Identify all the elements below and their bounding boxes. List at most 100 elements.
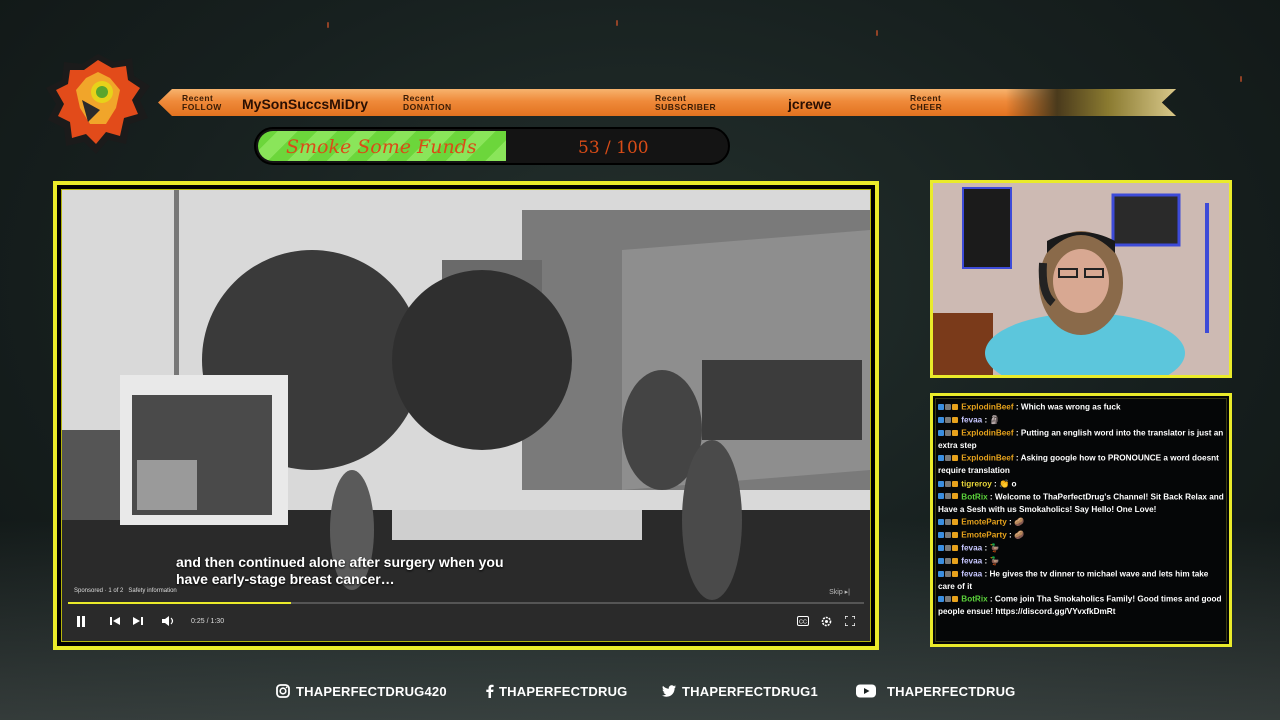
webcam-feed	[930, 180, 1232, 378]
badge-icon	[952, 570, 958, 577]
chat-badges	[938, 414, 959, 427]
chat-username[interactable]: ExplodinBeef	[959, 454, 1013, 463]
chat-message: EmoteParty : 🥔	[936, 529, 1226, 542]
badge-icon	[945, 403, 951, 410]
badge-icon	[938, 531, 944, 538]
chat-badges	[938, 401, 959, 414]
twitter-link[interactable]: THAPERFECTDRUG1	[662, 684, 818, 699]
badge-icon	[952, 544, 958, 551]
volume-icon[interactable]	[162, 616, 174, 629]
chat-badges	[938, 427, 959, 440]
ember-particle	[616, 20, 618, 26]
chat-message-list: ExplodinBeef : Which was wrong as fuck f…	[935, 398, 1227, 642]
badge-icon	[938, 544, 944, 551]
badge-icon	[938, 595, 944, 602]
badge-icon	[952, 416, 958, 423]
recent-events-ticker: Recent FOLLOW MySonSuccsMiDry Recent DONAT…	[158, 89, 1176, 116]
donation-goal-bar: Smoke Some Funds 53 / 100	[254, 127, 730, 165]
badge-icon	[945, 429, 951, 436]
facebook-icon	[486, 684, 494, 698]
badge-icon	[945, 544, 951, 551]
chat-text: : 🗿	[982, 415, 1000, 425]
badge-icon	[952, 595, 958, 602]
chat-username[interactable]: tigreroy	[959, 479, 992, 488]
fullscreen-icon[interactable]	[844, 615, 856, 629]
chat-username[interactable]: EmoteParty	[959, 517, 1007, 526]
next-icon[interactable]	[133, 616, 143, 629]
skip-ad-button[interactable]: Skip ▸|	[829, 588, 850, 596]
chat-username[interactable]: fevaa	[959, 543, 982, 552]
video-subtitle: and then continued alone after surgery w…	[176, 554, 504, 587]
chat-username[interactable]: fevaa	[959, 569, 982, 578]
badge-icon	[945, 455, 951, 462]
video-player-frame: and then continued alone after surgery w…	[53, 181, 879, 650]
video-player[interactable]: and then continued alone after surgery w…	[61, 189, 871, 642]
chat-badges	[938, 452, 959, 465]
ad-info: Sponsored · 1 of 2 Safety information	[74, 588, 177, 594]
badge-icon	[952, 493, 958, 500]
badge-icon	[945, 480, 951, 487]
chat-text: : 🥔	[1006, 530, 1025, 540]
pause-icon[interactable]	[76, 616, 86, 630]
badge-icon	[938, 429, 944, 436]
chat-username[interactable]: EmoteParty	[959, 530, 1007, 539]
video-progress-bar[interactable]	[68, 602, 864, 604]
previous-icon[interactable]	[110, 616, 120, 629]
badge-icon	[952, 403, 958, 410]
chat-message: fevaa : 🦆	[936, 542, 1226, 555]
recent-subscriber-label: Recent SUBSCRIBER	[655, 93, 717, 112]
recent-follow-label: Recent FOLLOW	[182, 93, 222, 112]
badge-icon	[952, 480, 958, 487]
badge-icon	[938, 493, 944, 500]
settings-icon[interactable]	[821, 616, 832, 630]
badge-icon	[945, 518, 951, 525]
badge-icon	[938, 570, 944, 577]
chat-message: tigreroy : 👏 o	[936, 478, 1226, 491]
chat-message: ExplodinBeef : Putting an english word i…	[936, 427, 1226, 452]
badge-icon	[952, 455, 958, 462]
chat-username[interactable]: ExplodinBeef	[959, 428, 1013, 437]
chat-message: BotRix : Welcome to ThaPerfectDrug's Cha…	[936, 491, 1226, 516]
chat-badges	[938, 542, 959, 555]
badge-icon	[938, 455, 944, 462]
chat-username[interactable]: BotRix	[959, 595, 987, 604]
chat-username[interactable]: ExplodinBeef	[959, 402, 1013, 411]
badge-icon	[938, 403, 944, 410]
chat-badges	[938, 529, 959, 542]
badge-icon	[938, 518, 944, 525]
chat-message: EmoteParty : 🥔	[936, 516, 1226, 529]
twitter-icon	[662, 685, 676, 697]
chat-message: BotRix : Come join Tha Smokaholics Famil…	[936, 593, 1226, 618]
recent-cheer-label: Recent CHEER	[910, 93, 943, 112]
recent-follow-name: MySonSuccsMiDry	[242, 96, 369, 112]
youtube-link[interactable]: THAPERFECTDRUG	[856, 684, 1015, 699]
chat-username[interactable]: fevaa	[959, 556, 982, 565]
badge-icon	[952, 429, 958, 436]
recent-donation-label: Recent DONATION	[403, 93, 452, 112]
chat-username[interactable]: fevaa	[959, 415, 982, 424]
badge-icon	[945, 570, 951, 577]
chat-username[interactable]: BotRix	[959, 492, 987, 501]
chat-badges	[938, 516, 959, 529]
instagram-link[interactable]: THAPERFECTDRUG420	[276, 684, 447, 699]
facebook-link[interactable]: THAPERFECTDRUG	[485, 684, 627, 699]
video-controls: 0:25 / 1:30 CC	[62, 610, 870, 638]
ember-particle	[327, 22, 329, 28]
chat-badges	[938, 593, 959, 606]
chat-text: : Which was wrong as fuck	[1013, 402, 1121, 412]
safety-information-link[interactable]: Safety information	[128, 588, 176, 594]
badge-icon	[945, 531, 951, 538]
captions-icon[interactable]: CC	[797, 616, 809, 629]
svg-text:CC: CC	[799, 620, 807, 626]
chat-panel: ExplodinBeef : Which was wrong as fuck f…	[930, 393, 1232, 647]
ember-particle	[1240, 76, 1242, 82]
chat-message: ExplodinBeef : Asking google how to PRON…	[936, 452, 1226, 477]
goal-count: 53 / 100	[578, 138, 649, 158]
social-links: THAPERFECTDRUG420 THAPERFECTDRUG THAPERF…	[0, 684, 1280, 704]
badge-icon	[952, 518, 958, 525]
chat-badges	[938, 478, 959, 491]
badge-icon	[945, 595, 951, 602]
ember-particle	[876, 30, 878, 36]
badge-icon	[938, 416, 944, 423]
chat-text: : 🦆	[982, 556, 1000, 566]
